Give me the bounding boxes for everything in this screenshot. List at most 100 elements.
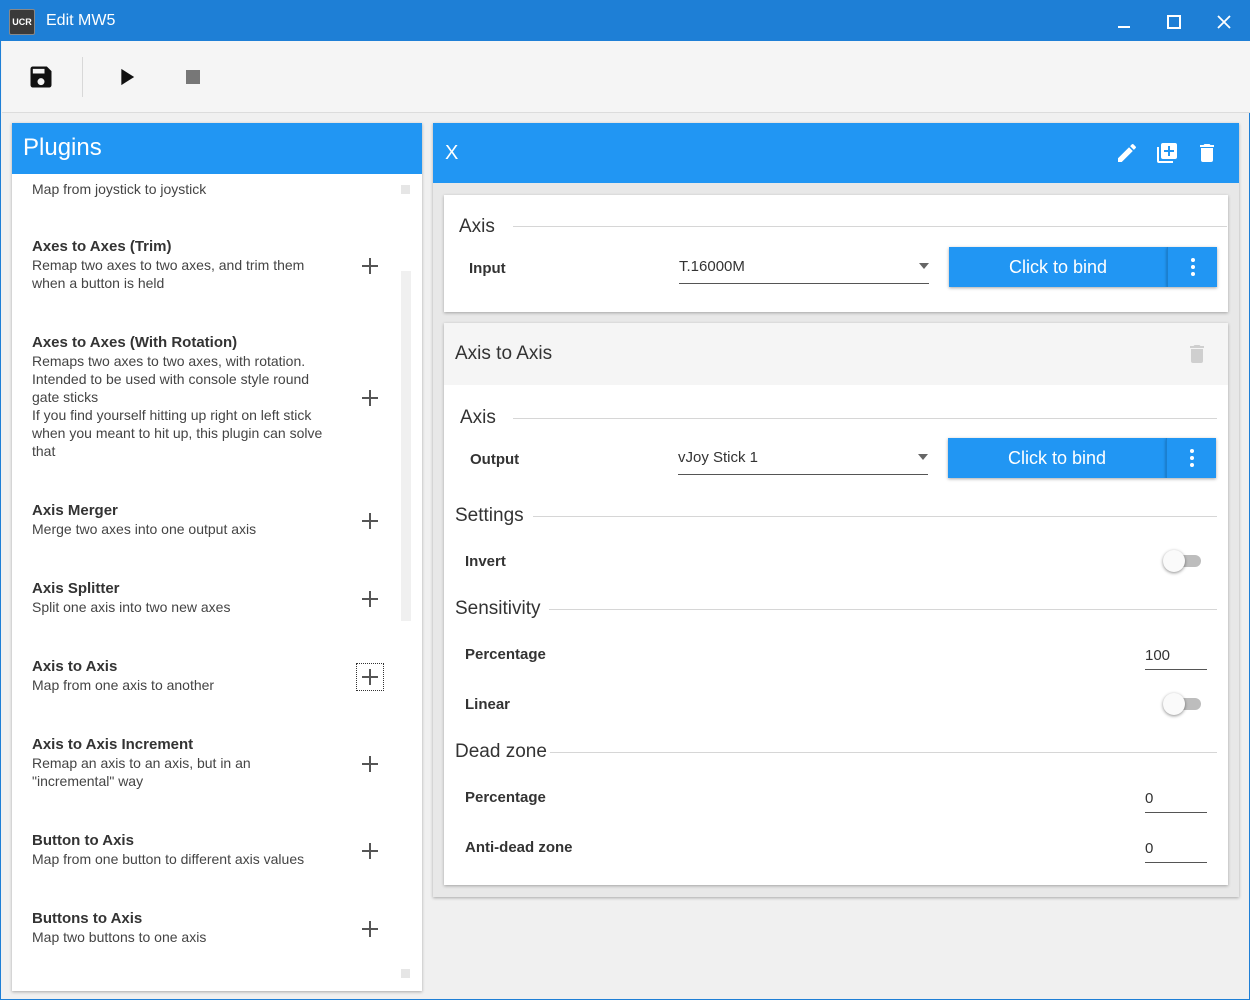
save-button[interactable] [27, 63, 55, 91]
plugin-card-header: Axis to Axis [444, 323, 1228, 385]
toolbar [2, 41, 1250, 113]
toggle-thumb [1163, 550, 1185, 572]
invert-toggle[interactable] [1163, 550, 1203, 572]
plugin-name: Axis Merger [32, 502, 118, 519]
plugin-name: Axis to Axis Increment [32, 736, 194, 753]
plugin-card: Axis to Axis Axis Output vJoy Stick 1 Cl… [444, 323, 1228, 885]
section-divider [549, 609, 1217, 610]
app-icon: UCR [9, 9, 35, 35]
anti-deadzone-value: 0 [1145, 840, 1154, 857]
plugin-description: Remap two axes to two axes, and trim the… [32, 257, 305, 291]
plugin-item: Axes to Axes (Trim) Remap two axes to tw… [32, 238, 402, 292]
close-icon [1217, 15, 1231, 29]
input-card: Axis Input T.16000M Click to bind [444, 195, 1228, 312]
plugins-list[interactable]: Map from joystick to joystick Axes to Ax… [12, 174, 422, 991]
section-divider [513, 418, 1217, 419]
plus-icon [362, 258, 378, 274]
section-title: Sensitivity [455, 598, 541, 619]
add-plugin-button[interactable] [358, 254, 382, 278]
plugins-panel: Plugins Map from joystick to joystick Ax… [12, 123, 422, 991]
plugin-description: Map from one axis to another [32, 677, 215, 693]
deadzone-percentage-input[interactable]: 0 [1145, 785, 1207, 813]
maximize-icon [1167, 15, 1181, 29]
minimize-icon [1118, 26, 1130, 28]
more-vert-icon [1190, 449, 1194, 467]
click-to-bind-button[interactable]: Click to bind [948, 438, 1166, 478]
maximize-button[interactable] [1151, 1, 1197, 41]
play-button[interactable] [112, 63, 140, 91]
plus-icon [362, 669, 378, 685]
plus-icon [362, 513, 378, 529]
deadzone-percentage-label: Percentage [465, 789, 546, 806]
add-plugin-button[interactable] [358, 587, 382, 611]
toggle-thumb [1163, 693, 1185, 715]
plugin-item: Axis Splitter Split one axis into two ne… [32, 580, 402, 616]
add-plugin-button[interactable] [358, 509, 382, 533]
delete-mapping-button[interactable] [1195, 141, 1219, 165]
close-button[interactable] [1201, 1, 1247, 41]
sensitivity-percentage-value: 100 [1145, 647, 1171, 664]
delete-plugin-button[interactable] [1185, 342, 1209, 366]
linear-toggle[interactable] [1163, 693, 1203, 715]
output-device-select[interactable]: vJoy Stick 1 [678, 438, 928, 475]
plugin-name: Axes to Axes (Trim) [32, 238, 172, 255]
plugin-name: Axis to Axis [32, 658, 118, 675]
plugin-description: Split one axis into two new axes [32, 599, 231, 615]
add-plugin-button[interactable] [358, 917, 382, 941]
section-title: Dead zone [455, 741, 547, 762]
plugin-card-title: Axis to Axis [455, 343, 553, 364]
stop-icon [186, 70, 200, 84]
plugin-item: Button to Axis Map from one button to di… [32, 832, 402, 868]
rename-button[interactable] [1115, 141, 1139, 165]
mapping-title: X [445, 142, 459, 164]
plugin-description: Map from joystick to joystick [32, 181, 207, 197]
add-plugin-button[interactable] [356, 663, 384, 691]
more-options-button[interactable] [1166, 438, 1216, 478]
pencil-icon [1118, 143, 1136, 162]
dropdown-caret-icon [918, 454, 928, 460]
plugin-name: Buttons to Axis [32, 910, 143, 927]
section-divider [533, 516, 1217, 517]
trash-icon [1200, 144, 1214, 162]
plus-icon [362, 390, 378, 406]
plugin-item: Map from joystick to joystick [32, 180, 402, 198]
add-plugin-button[interactable] [358, 752, 382, 776]
more-options-button[interactable] [1167, 247, 1217, 287]
output-label: Output [470, 451, 520, 468]
add-plugin-button[interactable] [358, 386, 382, 410]
anti-deadzone-label: Anti-dead zone [465, 839, 573, 856]
plugins-header: Plugins [12, 123, 422, 174]
mapping-header: X [433, 123, 1239, 183]
plugin-item: Axis Merger Merge two axes into one outp… [32, 502, 402, 538]
plugin-name: Button to Axis [32, 832, 134, 849]
section-title: Axis [460, 407, 496, 428]
scroll-up-arrow[interactable] [401, 185, 410, 194]
plus-icon [362, 921, 378, 937]
plugin-description: Map from one button to different axis va… [32, 851, 305, 867]
minimize-button[interactable] [1101, 1, 1147, 41]
input-label: Input [469, 260, 506, 277]
linear-label: Linear [465, 696, 511, 713]
plugin-item: Axes to Axes (With Rotation) Remaps two … [32, 334, 402, 460]
plugin-item: Axis to Axis Increment Remap an axis to … [32, 736, 402, 790]
sensitivity-percentage-input[interactable]: 100 [1145, 642, 1207, 670]
duplicate-button[interactable] [1155, 141, 1179, 165]
section-divider [550, 752, 1217, 753]
deadzone-percentage-value: 0 [1145, 790, 1154, 807]
scroll-down-arrow[interactable] [401, 969, 410, 978]
stop-button[interactable] [179, 63, 207, 91]
plugin-description: Merge two axes into one output axis [32, 521, 257, 537]
play-icon [121, 68, 135, 86]
click-to-bind-button[interactable]: Click to bind [949, 247, 1167, 287]
sensitivity-percentage-label: Percentage [465, 646, 546, 663]
plugin-description: Remaps two axes to two axes, with rotati… [32, 353, 323, 459]
add-plugin-button[interactable] [358, 839, 382, 863]
scrollbar-thumb[interactable] [401, 271, 411, 621]
plugin-item: Buttons to Axis Map two buttons to one a… [32, 910, 402, 946]
plugin-description: Map two buttons to one axis [32, 929, 207, 945]
input-device-select[interactable]: T.16000M [679, 247, 929, 284]
anti-deadzone-input[interactable]: 0 [1145, 835, 1207, 863]
plus-icon [362, 591, 378, 607]
plugin-description: Remap an axis to an axis, but in an "inc… [32, 755, 251, 789]
more-vert-icon [1191, 258, 1195, 276]
